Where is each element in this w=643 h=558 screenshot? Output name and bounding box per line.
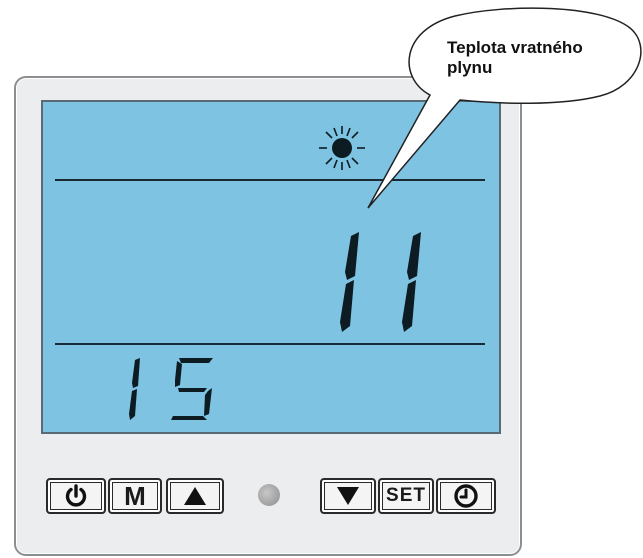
up-button[interactable]: [166, 478, 224, 514]
down-button[interactable]: [320, 478, 376, 514]
mode-button[interactable]: M: [108, 478, 162, 514]
divider-top: [55, 179, 485, 181]
set-button[interactable]: SET: [378, 478, 434, 514]
clock-icon: [454, 484, 478, 508]
down-triangle-icon: [337, 487, 359, 505]
sun-icon: [319, 126, 365, 170]
power-icon: [65, 484, 87, 507]
set-button-label: SET: [386, 485, 426, 506]
up-triangle-icon: [184, 487, 206, 505]
lcd-screen: 11 15: [41, 100, 501, 434]
status-led: [258, 484, 280, 506]
divider-bottom: [55, 343, 485, 345]
clock-button[interactable]: [436, 478, 496, 514]
callout-label: Teplota vratného plynu: [447, 38, 583, 77]
main-value-display: [340, 232, 421, 332]
secondary-value-display: [129, 358, 213, 420]
mode-button-label: M: [124, 480, 146, 511]
power-button[interactable]: [46, 478, 106, 514]
